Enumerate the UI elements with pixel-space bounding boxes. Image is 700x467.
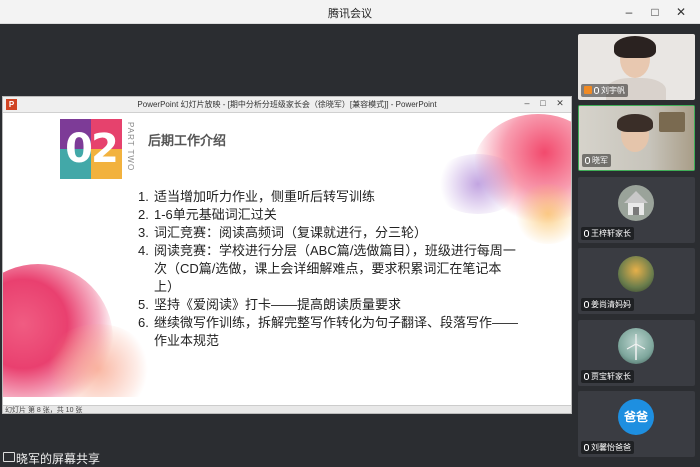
mic-icon: [594, 87, 599, 94]
close-icon[interactable]: ✕: [672, 3, 690, 21]
app-title: 腾讯会议: [328, 8, 372, 20]
participant-tile[interactable]: 王梓轩家长: [578, 177, 695, 243]
tree-icon: [618, 256, 654, 292]
participant-tile[interactable]: 爸爸 刘馨怡爸爸: [578, 391, 695, 457]
slide: 02 PART TWO 后期工作介绍 1. 适当增加听力作业，侧重听后转写训练 2…: [3, 114, 571, 397]
mic-icon: [584, 373, 589, 380]
ppt-titlebar: P PowerPoint 幻灯片放映 - [期中分析分班级家长会（徐晓军）[兼容…: [3, 97, 571, 113]
participant-name: 贾宝轩家长: [581, 370, 634, 383]
decor-splash: [513, 184, 571, 244]
participant-name: 刘宇帆: [581, 84, 628, 97]
ppt-title: PowerPoint 幻灯片放映 - [期中分析分班级家长会（徐晓军）[兼容模式…: [137, 100, 437, 109]
participant-tile[interactable]: 刘宇帆: [578, 34, 695, 100]
participant-name: 晓军: [582, 154, 611, 167]
list-item: 3. 词汇竞赛：阅读高频词（复课就进行，分三轮）: [138, 225, 428, 240]
mic-icon: [584, 444, 589, 451]
ppt-minimize-icon[interactable]: –: [521, 98, 533, 108]
app-titlebar: 腾讯会议 – □ ✕: [0, 0, 700, 24]
screen-share-icon: [3, 452, 15, 462]
ppt-statusbar: 幻灯片 第 8 张，共 10 张: [3, 405, 571, 414]
section-number: 02: [65, 126, 119, 172]
participant-name: 姜尚清妈妈: [581, 298, 634, 311]
shared-screen-area: P PowerPoint 幻灯片放映 - [期中分析分班级家长会（徐晓军）[兼容…: [0, 24, 574, 448]
list-item: 4. 阅读竞赛：学校进行分层（ABC篇/选做篇目），班级进行每周一次（CD篇/选做…: [138, 243, 516, 294]
host-icon: [584, 86, 592, 94]
participant-tile[interactable]: 贾宝轩家长: [578, 320, 695, 386]
ppt-close-icon[interactable]: ✕: [554, 98, 566, 109]
ppt-window: P PowerPoint 幻灯片放映 - [期中分析分班级家长会（徐晓军）[兼容…: [2, 96, 572, 414]
ppt-maximize-icon[interactable]: □: [537, 98, 549, 108]
participant-sidebar: 刘宇帆 晓军 王梓轩家长 姜尚清妈妈 贾宝轩家长 爸爸 刘馨怡爸爸: [574, 24, 700, 467]
house-icon: [618, 185, 654, 221]
participant-name: 王梓轩家长: [581, 227, 634, 240]
screen-share-label: 晓军的屏幕共享: [16, 452, 101, 466]
participant-tile[interactable]: 姜尚清妈妈: [578, 248, 695, 314]
participant-tile[interactable]: 晓军: [578, 105, 695, 171]
avatar: 爸爸: [618, 399, 654, 435]
mic-icon: [584, 301, 589, 308]
list-item: 1. 适当增加听力作业，侧重听后转写训练: [138, 189, 376, 204]
mic-icon: [584, 230, 589, 237]
turbine-icon: [618, 328, 654, 364]
slide-item-list: 1. 适当增加听力作业，侧重听后转写训练 2. 1-6单元基础词汇过关 3. 词汇竞赛…: [138, 188, 518, 350]
list-item: 6. 继续微写作训练，拆解完整写作转化为句子翻译、段落写作——作业本规范: [138, 315, 519, 348]
slide-heading: 后期工作介绍: [148, 133, 227, 148]
minimize-icon[interactable]: –: [620, 3, 638, 21]
mic-icon: [585, 157, 590, 164]
maximize-icon[interactable]: □: [646, 3, 664, 21]
list-item: 2. 1-6单元基础词汇过关: [138, 207, 277, 222]
participant-name: 刘馨怡爸爸: [581, 441, 634, 454]
part-label: PART TWO: [126, 122, 135, 172]
slide-counter: 幻灯片 第 8 张，共 10 张: [5, 407, 83, 414]
list-item: 5. 坚持《爱阅读》打卡——提高朗读质量要求: [138, 297, 402, 312]
screen-share-bar[interactable]: 晓军的屏幕共享: [0, 448, 574, 467]
section-number-badge: 02: [60, 119, 122, 179]
